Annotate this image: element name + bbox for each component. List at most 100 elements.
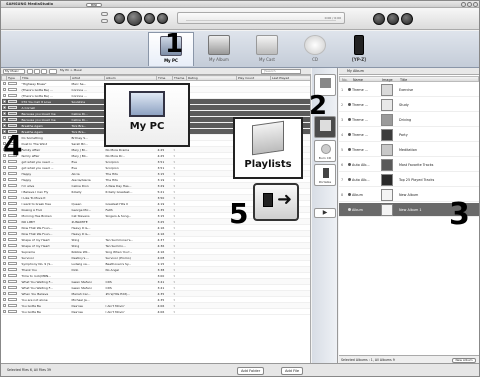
theme-dropdown-icon[interactable]: ▾	[174, 178, 176, 182]
checkbox-icon[interactable]	[2, 256, 6, 259]
checkbox-icon[interactable]	[2, 232, 6, 235]
next-button[interactable]	[157, 13, 168, 24]
checkbox-icon[interactable]	[2, 190, 6, 193]
checkbox-icon[interactable]	[2, 100, 6, 103]
checkbox-icon[interactable]	[2, 268, 6, 271]
checkbox-icon[interactable]	[2, 82, 6, 85]
side-tab-label: Burn CD	[318, 156, 332, 160]
theme-dropdown-icon[interactable]: ▾	[174, 196, 176, 200]
checkbox-icon[interactable]	[2, 178, 6, 181]
album-row[interactable]: 1 Theme ... Exercise	[339, 83, 479, 97]
view-selector[interactable]: My Music	[3, 69, 25, 74]
checkbox-icon[interactable]	[2, 262, 6, 265]
checkbox-icon[interactable]	[2, 310, 6, 313]
theme-dropdown-icon[interactable]: ▾	[174, 250, 176, 254]
checkbox-icon[interactable]	[2, 196, 6, 199]
volume-down-button[interactable]	[373, 13, 385, 25]
checkbox-icon[interactable]	[2, 202, 6, 205]
theme-dropdown-icon[interactable]: ▾	[174, 268, 176, 272]
shuffle-button[interactable]	[101, 12, 108, 16]
table-row[interactable]: You Gotta Be Des'ree I Ain't Movin' 4:06 ▾	[1, 308, 310, 315]
checkbox-icon[interactable]	[2, 208, 6, 211]
theme-dropdown-icon[interactable]: ▾	[174, 238, 176, 242]
checkbox-icon[interactable]	[2, 184, 6, 187]
checkbox-icon[interactable]	[2, 244, 6, 247]
sort-button[interactable]	[49, 69, 57, 74]
side-tab-burn-cd[interactable]: Burn CD	[314, 140, 336, 162]
stop-button[interactable]	[114, 13, 125, 24]
back-button[interactable]	[27, 69, 33, 74]
theme-dropdown-icon[interactable]: ▾	[174, 310, 176, 314]
checkbox-icon[interactable]	[2, 118, 6, 121]
theme-dropdown-icon[interactable]: ▾	[174, 280, 176, 284]
theme-dropdown-icon[interactable]: ▾	[174, 220, 176, 224]
checkbox-icon[interactable]	[2, 298, 6, 301]
transfer-arrow-button[interactable]: ▶	[314, 208, 336, 218]
checkbox-icon[interactable]	[2, 286, 6, 289]
theme-dropdown-icon[interactable]: ▾	[174, 286, 176, 290]
theme-dropdown-icon[interactable]: ▾	[174, 244, 176, 248]
theme-dropdown-icon[interactable]: ▾	[174, 292, 176, 296]
checkbox-icon[interactable]	[2, 124, 6, 127]
theme-dropdown-icon[interactable]: ▾	[174, 184, 176, 188]
checkbox-icon[interactable]	[2, 304, 6, 307]
tab-cd[interactable]: CD	[292, 32, 338, 66]
theme-dropdown-icon[interactable]: ▾	[174, 190, 176, 194]
theme-dropdown-icon[interactable]: ▾	[174, 160, 176, 164]
checkbox-icon[interactable]	[2, 214, 6, 217]
tab-device[interactable]: [YP-Z]	[336, 32, 382, 66]
previous-button[interactable]	[144, 13, 155, 24]
add-folder-button[interactable]: Add Folder	[237, 367, 265, 375]
theme-dropdown-icon[interactable]: ▾	[174, 274, 176, 278]
search-input[interactable]: [Search	[261, 69, 301, 74]
checkbox-icon[interactable]	[2, 106, 6, 109]
checkbox-icon[interactable]	[2, 220, 6, 223]
mini-mode-button[interactable]: MINI	[86, 2, 102, 7]
checkbox-icon[interactable]	[2, 274, 6, 277]
theme-dropdown-icon[interactable]: ▾	[174, 148, 176, 152]
theme-dropdown-icon[interactable]: ▾	[174, 202, 176, 206]
album-row[interactable]: 6 Auto Alb... Most Favorite Tracks	[339, 158, 479, 172]
up-button[interactable]	[41, 69, 47, 74]
theme-dropdown-icon[interactable]: ▾	[174, 172, 176, 176]
checkbox-icon[interactable]	[2, 250, 6, 253]
theme-dropdown-icon[interactable]: ▾	[174, 226, 176, 230]
theme-dropdown-icon[interactable]: ▾	[174, 298, 176, 302]
album-row[interactable]: 2 Theme ... Study	[339, 98, 479, 112]
checkbox-icon[interactable]	[2, 112, 6, 115]
theme-dropdown-icon[interactable]: ▾	[174, 214, 176, 218]
theme-dropdown-icon[interactable]: ▾	[174, 262, 176, 266]
volume-up-button[interactable]	[387, 13, 399, 25]
checkbox-icon[interactable]	[2, 172, 6, 175]
new-album-button[interactable]: New Album	[452, 357, 476, 363]
repeat-button[interactable]	[101, 19, 108, 23]
theme-dropdown-icon[interactable]: ▾	[174, 166, 176, 170]
album-row[interactable]: 5 Theme ... Meditation	[339, 143, 479, 157]
add-file-button[interactable]: Add File	[281, 367, 304, 375]
album-row[interactable]: 7 Auto Alb... Top 25 Played Tracks	[339, 173, 479, 187]
checkbox-icon[interactable]	[2, 88, 6, 91]
mute-button[interactable]	[401, 13, 413, 25]
theme-dropdown-icon[interactable]: ▾	[174, 208, 176, 212]
theme-dropdown-icon[interactable]: ▾	[174, 256, 176, 260]
album-row[interactable]: 3 Theme ... Driving	[339, 113, 479, 127]
checkbox-icon[interactable]	[2, 166, 6, 169]
tab-my-album[interactable]: My Album	[196, 32, 242, 66]
checkbox-icon[interactable]	[2, 280, 6, 283]
checkbox-icon[interactable]	[2, 94, 6, 97]
minimize-icon[interactable]	[461, 2, 466, 7]
theme-dropdown-icon[interactable]: ▾	[174, 232, 176, 236]
theme-dropdown-icon[interactable]: ▾	[174, 304, 176, 308]
checkbox-icon[interactable]	[2, 238, 6, 241]
theme-dropdown-icon[interactable]: ▾	[174, 154, 176, 158]
checkbox-icon[interactable]	[2, 292, 6, 295]
checkbox-icon[interactable]	[2, 226, 6, 229]
play-button[interactable]	[127, 11, 142, 26]
forward-button[interactable]	[34, 69, 40, 74]
seek-bar[interactable]	[186, 19, 336, 21]
album-row[interactable]: 4 Theme ... Party	[339, 128, 479, 142]
side-tab-portable[interactable]: Portable	[314, 164, 336, 186]
maximize-icon[interactable]	[467, 2, 472, 7]
tab-my-cast[interactable]: My Cast	[244, 32, 290, 66]
close-icon[interactable]	[473, 2, 478, 7]
